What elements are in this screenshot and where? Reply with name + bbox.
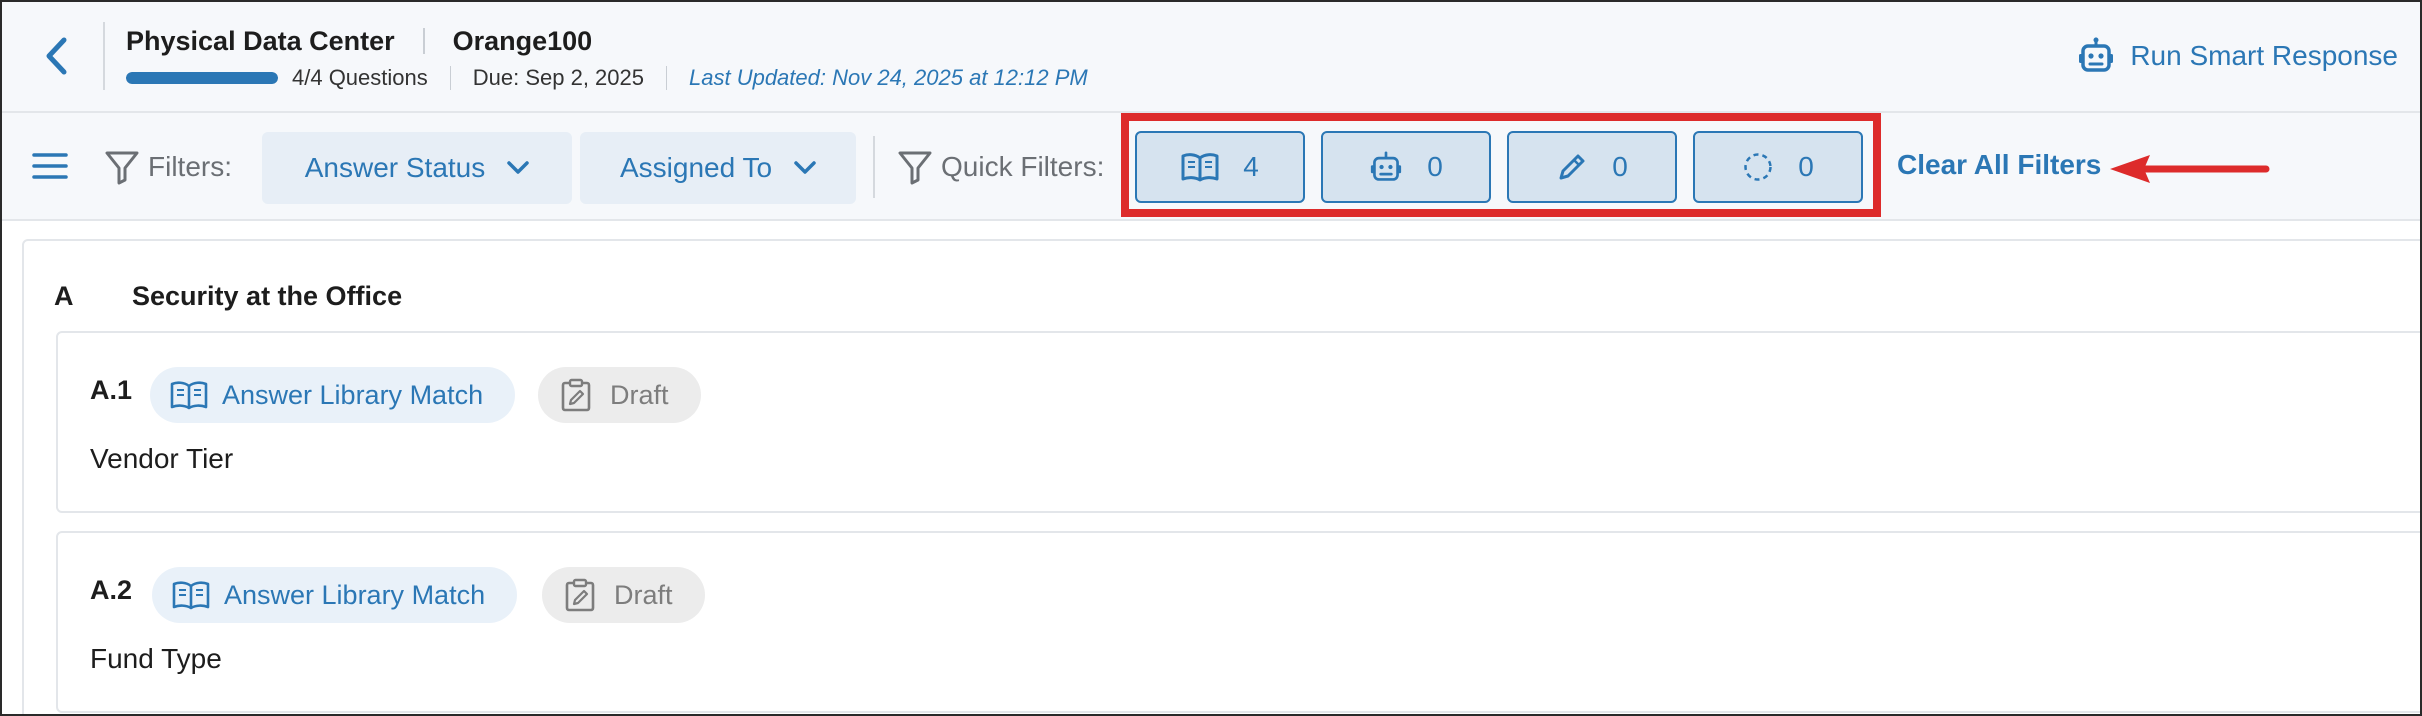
quick-filter-unanswered[interactable]: 0 [1693,131,1863,203]
question-text: Fund Type [90,643,222,674]
hamburger-icon [32,153,68,179]
quick-filter-library[interactable]: 4 [1135,131,1305,203]
header-divider [103,22,105,90]
meta-row: 4/4 Questions Due: Sep 2, 2025 Last Upda… [126,64,1088,92]
question-number: A.2 [90,575,133,605]
dashed-circle-icon [1744,153,1772,181]
progress-fill [126,72,278,84]
title-separator [422,28,425,54]
robot-icon [2079,37,2114,72]
book-icon [172,581,210,610]
assigned-to-dropdown[interactable]: Assigned To [580,132,856,204]
quick-filter-count: 0 [1798,151,1814,182]
back-button[interactable] [36,32,76,80]
question-card[interactable]: A.1 Answer Library Match Draft Vendor Ti… [56,331,2420,513]
last-updated: Last Updated: Nov 24, 2025 at 12:12 PM [689,65,1088,90]
menu-button[interactable] [32,151,72,185]
due-date: Due: Sep 2, 2025 [472,65,644,90]
draft-status-tag[interactable]: Draft [542,567,705,623]
question-card[interactable]: A.2 Answer Library Match Draft Fund Type [56,531,2420,713]
meta-separator [449,66,451,90]
arrow-left-icon [2110,155,2270,183]
clear-all-filters-button[interactable]: Clear All Filters [1897,149,2101,185]
filter-bar: Filters: Answer Status Assigned To Quick… [2,113,2420,221]
status-label: Draft [614,579,673,610]
question-text: Vendor Tier [90,443,234,474]
answer-status-dropdown[interactable]: Answer Status [262,132,572,204]
chevron-down-icon [507,161,530,174]
quick-filter-smart[interactable]: 0 [1321,131,1491,203]
draft-clipboard-icon [561,378,591,412]
filters-label-text: Filters: [148,151,232,182]
match-label: Answer Library Match [224,579,486,610]
match-label: Answer Library Match [222,379,484,410]
book-icon [1181,153,1219,182]
filter-icon [898,151,932,185]
questions-count: 4/4 Questions [292,65,428,90]
page-title: Physical Data Center Orange100 [126,24,592,58]
answer-library-match-tag[interactable]: Answer Library Match [152,567,518,623]
quick-filters-label: Quick Filters: [897,149,1104,185]
run-smart-response-label: Run Smart Response [2130,40,2398,71]
quick-filter-count: 0 [1612,151,1628,182]
vendor-name: Orange100 [452,25,593,56]
robot-icon [1371,151,1402,181]
assessment-title: Physical Data Center [126,25,395,56]
assigned-to-label: Assigned To [619,152,773,183]
filter-icon [105,151,139,185]
section-letter: A [54,280,74,311]
answer-status-label: Answer Status [304,152,486,183]
page-header: Physical Data Center Orange100 4/4 Quest… [2,2,2420,113]
chevron-down-icon [794,161,816,174]
filter-divider [873,136,875,198]
chevron-left-icon [46,37,67,75]
section-title: Security at the Office [132,280,403,311]
draft-status-tag[interactable]: Draft [538,367,701,423]
quick-filter-manual[interactable]: 0 [1507,131,1677,203]
filters-label: Filters: [104,149,232,185]
run-smart-response-button[interactable]: Run Smart Response [2078,36,2398,76]
answer-library-match-tag[interactable]: Answer Library Match [150,367,516,423]
quick-filters-label-text: Quick Filters: [941,151,1105,182]
draft-clipboard-icon [565,578,595,612]
book-icon [170,381,208,410]
progress-bar [126,72,278,84]
pencil-icon [1559,154,1585,180]
status-label: Draft [610,379,669,410]
questions-panel: A Security at the Office A.1 Answer Libr… [22,239,2420,714]
app-frame: Physical Data Center Orange100 4/4 Quest… [0,0,2422,716]
section-header: A Security at the Office [54,279,402,313]
question-number: A.1 [90,375,133,405]
quick-filter-count: 4 [1243,151,1259,182]
quick-filter-count: 0 [1427,151,1443,182]
meta-separator [666,66,667,90]
